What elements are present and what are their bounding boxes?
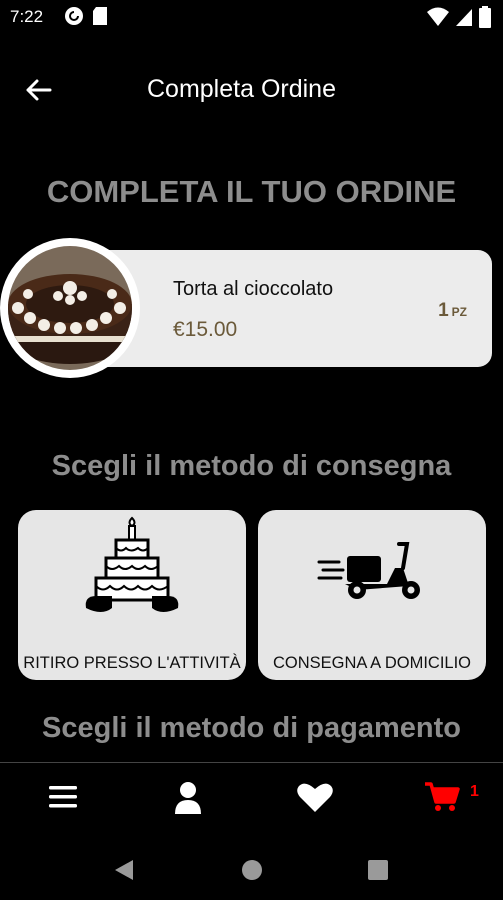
heart-icon[interactable] (297, 781, 333, 813)
arrow-left-icon[interactable] (22, 74, 54, 106)
delivery-heading: Scegli il metodo di consegna (51, 450, 452, 482)
product-price: €15.00 (173, 318, 238, 341)
sd-card-icon (93, 7, 107, 25)
user-icon[interactable] (174, 781, 202, 815)
product-quantity: 1 PZ (438, 300, 467, 322)
status-bar: 7:22 (0, 0, 503, 34)
scooter-icon (317, 542, 420, 599)
order-heading: COMPLETA IL TUO ORDINE (46, 174, 457, 209)
bottom-navigation (0, 763, 503, 838)
status-time: 7:22 (10, 7, 44, 26)
back-triangle-icon[interactable] (113, 858, 135, 882)
page-title: Completa Ordine (147, 75, 336, 103)
system-navigation-bar (0, 838, 503, 900)
quantity-unit: PZ (451, 305, 467, 319)
product-name: Torta al cioccolato (173, 278, 334, 300)
recents-square-icon[interactable] (367, 859, 389, 881)
signal-icon (456, 9, 472, 26)
pocket-casts-icon (65, 7, 83, 25)
quantity-value: 1 (438, 300, 449, 321)
cake-pickup-icon (85, 516, 179, 612)
payment-heading: Scegli il metodo di pagamento (42, 712, 461, 744)
home-delivery-option-label: CONSEGNA A DOMICILIO (272, 654, 472, 672)
home-delivery-option-button[interactable]: CONSEGNA A DOMICILIO (258, 510, 486, 680)
menu-icon[interactable] (47, 781, 79, 813)
pickup-option-button[interactable]: RITIRO PRESSO L'ATTIVITÀ (18, 510, 246, 680)
battery-icon (479, 6, 491, 28)
cart-count-badge: 1 (470, 783, 479, 800)
wifi-icon (427, 7, 449, 26)
app-bar: Completa Ordine (0, 58, 503, 122)
cart-icon[interactable] (424, 781, 460, 813)
pickup-option-label: RITIRO PRESSO L'ATTIVITÀ (23, 654, 241, 672)
chocolate-cake-image (0, 238, 140, 378)
home-circle-icon[interactable] (240, 858, 264, 882)
